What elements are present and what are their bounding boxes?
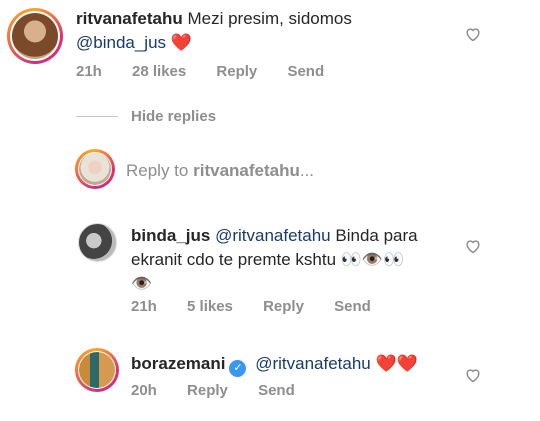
comment-text: Mezi presim, sidomos	[187, 9, 352, 28]
reply-time: 21h	[131, 298, 157, 315]
like-heart-icon[interactable]	[464, 367, 482, 383]
reply-text-line3: 👁️	[131, 274, 153, 293]
avatar-binda_jus[interactable]	[78, 223, 117, 262]
comment-mention[interactable]: @binda_jus	[76, 33, 166, 52]
reply-input-target: ritvanafetahu	[193, 161, 300, 180]
heart-emoji: ❤️	[170, 33, 192, 52]
reply-meta: 21h 5 likes Reply Send	[131, 298, 397, 315]
reply-text-line2: ekranit cdo te premte kshtu 👀👁️👀	[131, 250, 405, 269]
avatar-borazemani[interactable]	[75, 348, 119, 392]
reply-button[interactable]: Reply	[216, 63, 257, 80]
reply-button[interactable]: Reply	[187, 382, 228, 399]
reply-body: borazemani ✓ @ritvanafetahu ❤️❤️	[131, 352, 461, 377]
comment-body: ritvanafetahu Mezi presim, sidomos @bind…	[76, 7, 476, 55]
send-button[interactable]: Send	[334, 298, 371, 315]
reply-body: binda_jus @ritvanafetahu Binda para ekra…	[131, 224, 451, 296]
like-heart-icon[interactable]	[464, 238, 482, 254]
comment-time: 21h	[76, 63, 102, 80]
comment-username[interactable]: ritvanafetahu	[76, 9, 183, 28]
reply-username[interactable]: borazemani	[131, 354, 225, 373]
like-heart-icon[interactable]	[464, 26, 482, 42]
comment-likes[interactable]: 28 likes	[132, 63, 186, 80]
reply-input-prefix: Reply to	[126, 161, 189, 180]
reply-input[interactable]: Reply to ritvanafetahu...	[126, 161, 314, 181]
send-button[interactable]: Send	[287, 63, 324, 80]
reply-likes[interactable]: 5 likes	[187, 298, 233, 315]
reply-text-line1: Binda para	[335, 226, 418, 245]
comment-meta: 21h 28 likes Reply Send	[76, 63, 350, 80]
hide-replies-divider	[76, 116, 118, 117]
reply-username[interactable]: binda_jus	[131, 226, 210, 245]
reply-button[interactable]: Reply	[263, 298, 304, 315]
reply-input-suffix: ...	[299, 161, 315, 180]
verified-badge-icon: ✓	[229, 360, 247, 377]
avatar-current-user[interactable]	[75, 149, 115, 189]
heart-emoji: ❤️❤️	[375, 354, 418, 373]
avatar-ritvanafetahu[interactable]	[7, 8, 63, 64]
reply-meta: 20h Reply Send	[131, 382, 321, 399]
reply-mention[interactable]: @ritvanafetahu	[215, 226, 331, 245]
reply-mention[interactable]: @ritvanafetahu	[255, 354, 371, 373]
send-button[interactable]: Send	[258, 382, 295, 399]
reply-time: 20h	[131, 382, 157, 399]
hide-replies-button[interactable]: Hide replies	[131, 108, 216, 125]
